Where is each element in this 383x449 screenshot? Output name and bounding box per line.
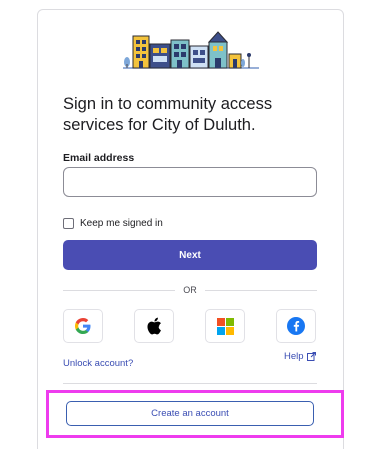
keep-signed-in-label: Keep me signed in xyxy=(80,218,163,229)
google-signin-button[interactable] xyxy=(63,309,103,343)
divider-line-right xyxy=(204,289,317,291)
apple-icon xyxy=(147,317,161,335)
keep-signed-in-checkbox[interactable] xyxy=(63,218,74,229)
keep-signed-in[interactable]: Keep me signed in xyxy=(63,218,163,229)
next-button[interactable]: Next xyxy=(63,240,317,270)
microsoft-icon xyxy=(216,317,234,335)
city-logo xyxy=(123,31,259,69)
help-label: Help xyxy=(284,351,304,362)
or-divider: OR xyxy=(63,284,317,296)
external-link-icon xyxy=(306,352,316,361)
facebook-signin-button[interactable] xyxy=(276,309,316,343)
unlock-account-link[interactable]: Unlock account? xyxy=(63,358,133,369)
divider-or-label: OR xyxy=(183,285,197,295)
page-title: Sign in to community access services for… xyxy=(63,95,273,134)
divider-line-left xyxy=(63,289,176,291)
apple-signin-button[interactable] xyxy=(134,309,174,343)
section-divider xyxy=(63,383,317,384)
help-link[interactable]: Help xyxy=(284,351,316,362)
create-account-button[interactable]: Create an account xyxy=(66,401,314,426)
email-field[interactable] xyxy=(63,167,317,197)
google-icon xyxy=(75,318,91,334)
facebook-icon xyxy=(287,317,305,335)
email-label: Email address xyxy=(63,152,135,164)
microsoft-signin-button[interactable] xyxy=(205,309,245,343)
